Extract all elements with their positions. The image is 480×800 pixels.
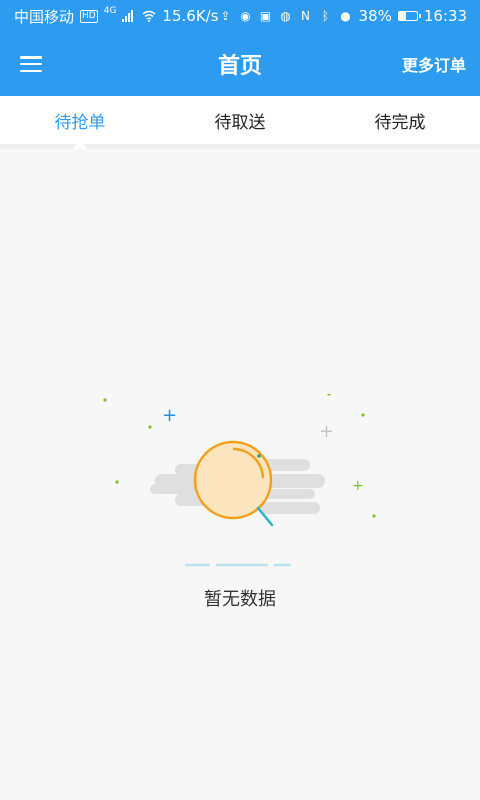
user-icon: ◉ — [240, 9, 251, 23]
status-time: 16:33 — [423, 7, 468, 25]
empty-message: 暂无数据 — [204, 589, 276, 610]
magnifier-icon — [193, 440, 274, 527]
svg-text:+: + — [352, 478, 364, 494]
battery-icon — [397, 11, 421, 21]
content-area: + + + 暂无数据 — [0, 149, 480, 800]
carrier-label: 中国移动 — [14, 7, 75, 26]
menu-icon[interactable] — [20, 56, 42, 72]
battery-percent: 38% — [358, 7, 392, 25]
status-left: 中国移动 HD 4G 15.6K/s — [14, 6, 219, 27]
svg-text:+: + — [162, 405, 177, 426]
location-icon: ● — [340, 9, 351, 23]
empty-data-illustration: + + + — [103, 394, 376, 567]
nfc-icon: N — [301, 9, 311, 23]
page-title: 首页 — [217, 54, 263, 79]
bluetooth-icon: ᛒ — [321, 9, 330, 23]
hd-badge: HD — [80, 9, 98, 23]
tab-pending-grab[interactable]: 待抢单 — [0, 96, 160, 144]
network-type-label: 4G — [103, 6, 117, 16]
more-orders-button[interactable]: 更多订单 — [402, 52, 466, 76]
status-bar: 中国移动 HD 4G 15.6K/s ⇪ ◉ ▣ ◍ N ᛒ ● 38% 16:… — [0, 0, 480, 32]
upload-icon: ⇪ — [220, 9, 231, 23]
header: 首页 更多订单 — [0, 32, 480, 96]
tab-pending-complete[interactable]: 待完成 — [320, 96, 480, 144]
network-speed: 15.6K/s — [162, 7, 219, 25]
signal-icon — [122, 10, 136, 22]
status-right: ⇪ ◉ ▣ ◍ N ᛒ ● 38% 16:33 — [219, 7, 468, 25]
tab-bar: 待抢单 待取送 待完成 — [0, 96, 480, 149]
svg-text:+: + — [319, 421, 334, 442]
wechat-icon: ◍ — [280, 9, 291, 23]
battery-fill — [398, 12, 406, 20]
wifi-icon — [142, 9, 156, 23]
android-icon: ▣ — [259, 9, 272, 23]
empty-state: + + + 暂无数据 — [0, 394, 480, 614]
tab-pending-pickup[interactable]: 待取送 — [160, 96, 320, 144]
